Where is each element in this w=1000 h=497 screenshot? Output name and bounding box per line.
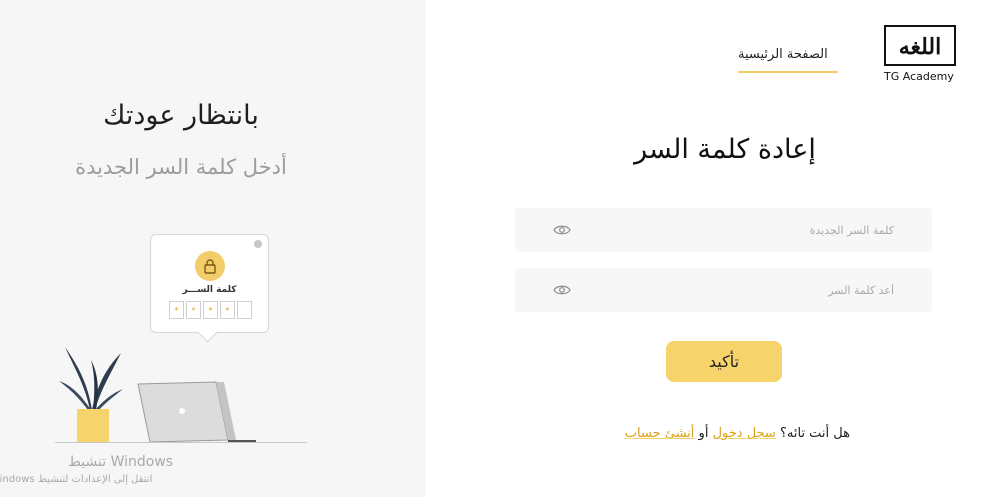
confirm-button[interactable]: تأكيد bbox=[666, 341, 782, 382]
welcome-back-subtitle: أدخل كلمة السر الجديدة bbox=[75, 155, 287, 179]
or-text: أو bbox=[698, 426, 709, 441]
welcome-back-title: بانتظار عودتك bbox=[103, 100, 259, 131]
footer-help: هل أنت تائه؟ سجل دخول أو أنشئ حساب bbox=[600, 426, 850, 441]
pin-box: * bbox=[169, 301, 184, 319]
academy-logo[interactable]: اللغه bbox=[884, 25, 956, 66]
desk-line bbox=[55, 442, 307, 443]
windows-activate-hint: انتقل إلى الإعدادات لتنشيط Windows bbox=[0, 474, 153, 485]
password-bubble: كلمة الســـر * * * * bbox=[150, 234, 269, 333]
nav-active-underline bbox=[738, 71, 838, 73]
bubble-dot-icon bbox=[254, 240, 262, 248]
signup-link[interactable]: أنشئ حساب bbox=[625, 426, 695, 441]
pin-boxes: * * * * bbox=[169, 301, 252, 319]
lost-question: هل أنت تائه؟ bbox=[779, 426, 850, 441]
laptop-icon bbox=[137, 381, 256, 443]
repeat-password-field[interactable] bbox=[515, 268, 932, 312]
pin-box: * bbox=[220, 301, 235, 319]
new-password-input[interactable] bbox=[515, 208, 932, 252]
login-link[interactable]: سجل دخول bbox=[713, 426, 776, 441]
new-password-field[interactable] bbox=[515, 208, 932, 252]
eye-icon[interactable] bbox=[553, 224, 571, 236]
plant-icon bbox=[59, 347, 123, 443]
page-title: إعادة كلمة السر bbox=[634, 134, 816, 165]
repeat-password-input[interactable] bbox=[515, 268, 932, 312]
nav-home-link[interactable]: الصفحة الرئيسية bbox=[738, 47, 828, 62]
pin-box: * bbox=[203, 301, 218, 319]
logo-mark-icon: اللغه bbox=[899, 34, 942, 60]
eye-icon[interactable] bbox=[553, 284, 571, 296]
svg-text:اللغه: اللغه bbox=[899, 34, 942, 60]
windows-activate-title: تنشيط Windows bbox=[68, 454, 174, 470]
illustration-panel: بانتظار عودتك أدخل كلمة السر الجديدة كلم… bbox=[0, 0, 426, 497]
lock-icon bbox=[195, 251, 225, 281]
logo-caption: TG Academy bbox=[884, 70, 954, 83]
pin-box: * bbox=[186, 301, 201, 319]
pin-box bbox=[237, 301, 252, 319]
bubble-label: كلمة الســـر bbox=[182, 285, 237, 295]
